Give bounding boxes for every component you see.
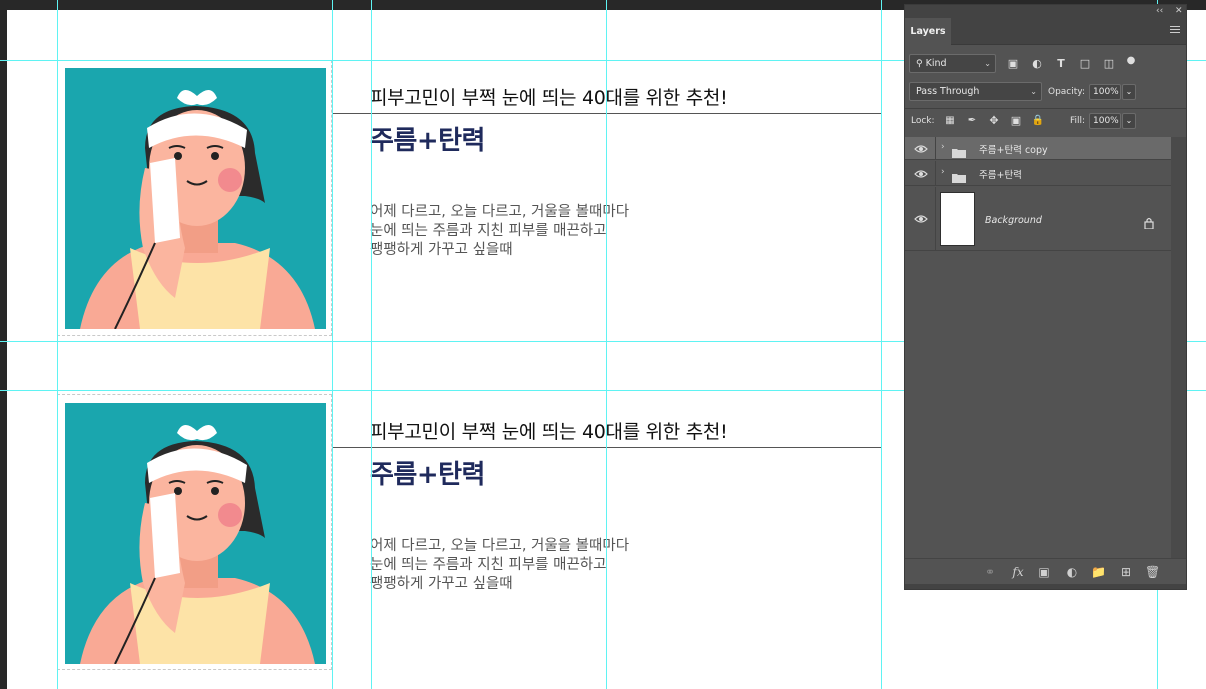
lock-position-icon[interactable]: ✥	[987, 114, 1001, 128]
card-subtitle: 피부고민이 부쩍 눈에 띄는 40대를 위한 추천!	[370, 421, 728, 443]
adjustment-filter-icon[interactable]: ◐	[1030, 57, 1044, 71]
opacity-input[interactable]: 100%	[1089, 84, 1121, 100]
chevron-down-icon: ⌄	[984, 59, 991, 68]
card-title: 주름+탄력	[370, 460, 485, 490]
lock-brush-icon[interactable]: ✒	[965, 114, 979, 128]
type-filter-icon[interactable]: T	[1054, 57, 1068, 71]
desc-line-3: 팽팽하게 가꾸고 싶을때	[370, 242, 513, 258]
panel-footer	[905, 584, 1186, 589]
new-layer-icon[interactable]: ⊞	[1119, 565, 1133, 579]
collapse-icon[interactable]: ‹‹	[1156, 5, 1163, 18]
eye-icon[interactable]	[914, 144, 928, 154]
eye-separator	[935, 161, 936, 185]
smart-object-filter-icon[interactable]: ◫	[1102, 57, 1116, 71]
eye-separator	[935, 187, 936, 250]
tab-layers[interactable]: Layers	[905, 18, 951, 45]
layer-row-group[interactable]: › 주름+탄력	[905, 161, 1171, 186]
lock-transparent-icon[interactable]: ▦	[943, 114, 957, 128]
folder-icon	[952, 143, 966, 158]
opacity-label: Opacity:	[1048, 87, 1085, 97]
desc-line-3: 팽팽하게 가꾸고 싶을때	[370, 576, 513, 592]
layer-name: 주름+탄력 copy	[979, 145, 1048, 156]
card-description: 어제 다르고, 오늘 다르고, 거울을 볼때마다 눈에 띄는 주름과 지친 피부…	[370, 537, 629, 594]
guide-vertical[interactable]	[371, 0, 372, 689]
card-divider	[332, 113, 882, 114]
desc-line-2: 눈에 띄는 주름과 지친 피부를 매끈하고	[370, 557, 607, 573]
photo-frame	[57, 394, 332, 670]
panel-title-strip: ‹‹ ✕	[905, 5, 1186, 18]
filter-toggle-icon[interactable]: ●	[1124, 54, 1138, 68]
guide-vertical[interactable]	[332, 0, 333, 689]
opacity-dropdown-icon[interactable]: ⌄	[1122, 84, 1136, 100]
card-title: 주름+탄력	[370, 126, 485, 156]
lock-row: Lock: ▦ ✒ ✥ ▣ 🔒 Fill: 100% ⌄	[905, 111, 1186, 133]
chevron-right-icon[interactable]: ›	[941, 142, 945, 152]
panel-divider	[905, 108, 1186, 109]
desc-line-1: 어제 다르고, 오늘 다르고, 거울을 볼때마다	[370, 538, 630, 554]
eye-separator	[935, 137, 936, 159]
card-divider	[332, 447, 882, 448]
card-subtitle: 피부고민이 부쩍 눈에 띄는 40대를 위한 추천!	[370, 87, 728, 109]
guide-vertical[interactable]	[881, 0, 882, 689]
new-group-icon[interactable]: 📁	[1091, 565, 1106, 579]
blend-mode-select[interactable]: Pass Through ⌄	[909, 82, 1042, 101]
woman-illustration-image	[65, 403, 326, 664]
lock-artboard-icon[interactable]: ▣	[1009, 114, 1023, 128]
woman-illustration-svg	[65, 68, 326, 329]
image-filter-icon[interactable]: ▣	[1006, 57, 1020, 71]
layer-row-background[interactable]: Background	[905, 187, 1171, 251]
layer-name: Background	[985, 215, 1042, 226]
product-card-1: 피부고민이 부쩍 눈에 띄는 40대를 위한 추천! 주름+탄력 어제 다르고,…	[57, 60, 882, 336]
guide-vertical[interactable]	[57, 0, 58, 689]
chevron-down-icon: ⌄	[1030, 87, 1037, 96]
eye-icon[interactable]	[914, 169, 928, 179]
fx-icon[interactable]: fx	[1011, 565, 1025, 579]
folder-icon	[952, 168, 966, 183]
layer-thumbnail	[940, 192, 975, 246]
filter-kind-select[interactable]: ⚲ Kind ⌄	[909, 54, 996, 73]
lock-label: Lock:	[911, 116, 935, 126]
desc-line-2: 눈에 띄는 주름과 지친 피부를 매끈하고	[370, 223, 607, 239]
product-card-2: 피부고민이 부쩍 눈에 띄는 40대를 위한 추천! 주름+탄력 어제 다르고,…	[57, 394, 882, 670]
fill-dropdown-icon[interactable]: ⌄	[1122, 113, 1136, 129]
filter-row: ⚲ Kind ⌄ ▣ ◐ T □ ◫ ●	[905, 54, 1186, 76]
layer-name: 주름+탄력	[979, 170, 1022, 181]
photo-frame	[57, 60, 332, 336]
chevron-right-icon[interactable]: ›	[941, 167, 945, 177]
blend-row: Pass Through ⌄ Opacity: 100% ⌄	[905, 82, 1186, 104]
eye-icon[interactable]	[914, 214, 928, 224]
desc-line-1: 어제 다르고, 오늘 다르고, 거울을 볼때마다	[370, 204, 630, 220]
layer-row-group-copy[interactable]: › 주름+탄력 copy	[905, 137, 1171, 160]
lock-all-icon[interactable]: 🔒	[1031, 114, 1045, 128]
filter-kind-label: Kind	[925, 58, 947, 69]
layers-panel: ‹‹ ✕ Layers ⚲ Kind ⌄ ▣ ◐ T □ ◫ ● Pass Th…	[904, 4, 1187, 590]
adjustment-layer-icon[interactable]: ◐	[1065, 565, 1079, 579]
fill-input[interactable]: 100%	[1089, 113, 1121, 129]
canvas-left-bar	[0, 0, 7, 689]
fill-label: Fill:	[1070, 116, 1086, 126]
guide-vertical[interactable]	[606, 0, 607, 689]
panel-tab-bar: Layers	[905, 18, 1186, 45]
add-mask-icon[interactable]: ▣	[1037, 565, 1051, 579]
woman-illustration-image	[65, 68, 326, 329]
trash-icon[interactable]: 🗑	[1145, 565, 1160, 579]
link-layers-icon[interactable]: ⚭	[983, 565, 997, 579]
woman-illustration-svg	[65, 403, 326, 664]
search-icon: ⚲	[916, 59, 923, 69]
layer-list: › 주름+탄력 copy › 주름+탄력 Background	[905, 137, 1171, 558]
lock-icon	[1144, 214, 1154, 230]
card-description: 어제 다르고, 오늘 다르고, 거울을 볼때마다 눈에 띄는 주름과 지친 피부…	[370, 203, 629, 260]
layer-list-scrollbar[interactable]	[1171, 137, 1186, 558]
panel-menu-icon[interactable]	[1170, 26, 1180, 36]
close-icon[interactable]: ✕	[1175, 5, 1183, 18]
panel-bottom-bar: ⚭ fx ▣ ◐ 📁 ⊞ 🗑	[905, 558, 1186, 585]
blend-mode-value: Pass Through	[916, 86, 980, 97]
shape-filter-icon[interactable]: □	[1078, 57, 1092, 71]
